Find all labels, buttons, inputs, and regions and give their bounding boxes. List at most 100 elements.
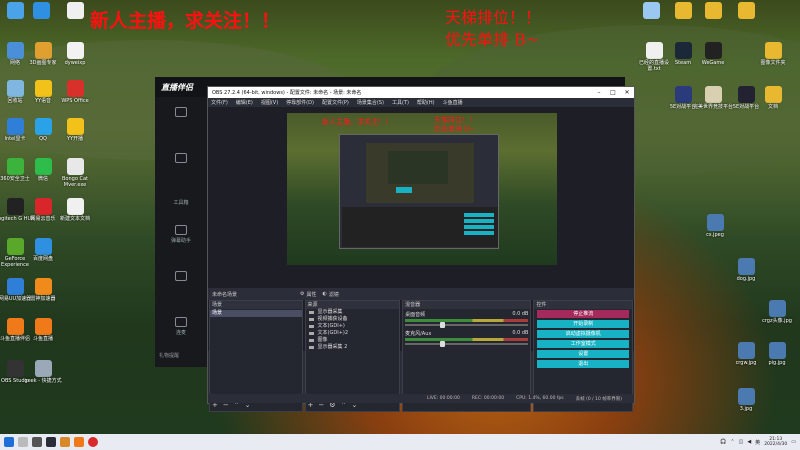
desktop-icon[interactable]	[54, 2, 96, 20]
source-item[interactable]: 文本(GDI+)	[306, 323, 400, 330]
source-item[interactable]: 显示器采集 2	[306, 344, 400, 351]
gear-icon[interactable]: ⚙	[300, 291, 304, 297]
mic-icon	[175, 317, 187, 327]
desktop-icon[interactable]: 百度网盘	[22, 238, 64, 262]
desktop-icon[interactable]: 图像文件夹	[752, 42, 794, 66]
desktop-icon[interactable]: 3.jpg	[725, 388, 767, 412]
scene-item[interactable]: 场景	[210, 310, 302, 317]
menu-tools[interactable]: 工具(T)	[392, 99, 409, 106]
stop-streaming-button[interactable]: 停止推流	[537, 310, 629, 318]
obs-taskbar-icon[interactable]	[46, 437, 56, 447]
sidebar-item-lianmai[interactable]: 连麦	[155, 307, 207, 353]
exit-button[interactable]: 退出	[537, 360, 629, 368]
desktop-icon[interactable]	[725, 2, 767, 20]
chevron-up-icon[interactable]: ⌃	[730, 439, 734, 445]
source-item[interactable]: 文本(GDI+)2	[306, 330, 400, 337]
clock[interactable]: 21:13 2022/4/30	[764, 437, 787, 447]
tool-icon	[175, 271, 187, 281]
properties-button[interactable]: 属性	[306, 291, 316, 298]
desktop-icon[interactable]: cs.jpeg	[694, 214, 736, 238]
sidebar-item-danmu[interactable]: 弹幕助手	[155, 215, 207, 261]
obs-window[interactable]: OBS 27.2.4 (64-bit, windows) - 配置文件: 未命名…	[207, 86, 635, 412]
gift-reminder: 礼物提醒	[159, 353, 180, 359]
app-icon	[674, 2, 692, 19]
menu-edit[interactable]: 编辑(E)	[236, 99, 253, 106]
desktop-icon[interactable]: WPS Office	[54, 80, 96, 104]
sidebar-item[interactable]	[155, 261, 207, 307]
source-item[interactable]: 显示器采集	[306, 309, 400, 316]
desktop-icon[interactable]: crgz头像.jpg	[756, 300, 798, 324]
banner-text-1: 新人主播，求关注！！	[90, 10, 281, 32]
settings-button[interactable]: 设置	[537, 350, 629, 358]
virtual-camera-button[interactable]: 启动虚拟摄像机	[537, 330, 629, 338]
preview-canvas[interactable]: 新人主播，求关注！！ 天梯排位！！ 优先单排 B~	[287, 113, 557, 265]
start-button-icon[interactable]	[4, 437, 14, 447]
studio-mode-button[interactable]: 工作室模式	[537, 340, 629, 348]
desktop-icon-label: 斗鱼直播	[32, 336, 53, 342]
source-item[interactable]: 视频捕获设备	[306, 316, 400, 323]
nested-obs-preview	[339, 134, 499, 249]
volume-slider[interactable]	[405, 322, 529, 328]
close-button[interactable]: ✕	[620, 87, 634, 98]
app-icon	[6, 318, 24, 335]
clock-date: 2022/4/30	[764, 442, 788, 447]
menu-help[interactable]: 帮助(H)	[417, 99, 435, 106]
app-icon	[6, 42, 24, 59]
desktop-icon[interactable]: WeGame	[692, 42, 734, 66]
taskbar-app-icon[interactable]	[74, 437, 84, 447]
app-icon	[66, 2, 84, 19]
menu-file[interactable]: 文件(F)	[211, 99, 228, 106]
headset-icon[interactable]: 🎧	[720, 439, 726, 445]
source-item[interactable]: 图像	[306, 337, 400, 344]
filter-icon[interactable]: ◐	[323, 291, 327, 297]
menu-docks[interactable]: 停靠部件(D)	[286, 99, 314, 106]
notification-icon[interactable]: ▭	[791, 439, 796, 445]
menu-scene-collection[interactable]: 场景集合(S)	[357, 99, 384, 106]
filters-button[interactable]: 滤镜	[329, 291, 339, 298]
obs-menubar: 文件(F) 编辑(E) 视图(V) 停靠部件(D) 配置文件(P) 场景集合(S…	[208, 98, 634, 107]
sidebar-item[interactable]: 工具箱	[155, 189, 207, 215]
menu-douyu[interactable]: 斗鱼直播	[443, 99, 463, 106]
desktop-icon[interactable]: 斗鱼直播	[22, 318, 64, 342]
desktop-icon[interactable]: dog.jpg	[725, 258, 767, 282]
tool-icon	[175, 153, 187, 163]
menu-profile[interactable]: 配置文件(P)	[322, 99, 349, 106]
volume-slider[interactable]	[405, 341, 529, 347]
channel-name: 桌面音频	[405, 312, 426, 318]
obs-titlebar: OBS 27.2.4 (64-bit, windows) - 配置文件: 未命名…	[208, 87, 634, 98]
desktop-icon[interactable]: Bongo Cat Mver.exe	[54, 158, 96, 188]
app-icon	[34, 198, 52, 215]
desktop-icon-label: 文档	[767, 104, 778, 110]
app-icon	[642, 2, 660, 19]
assistant-sidebar: 工具箱 弹幕助手 连麦 礼物提醒	[155, 97, 207, 367]
mixer-channel-mic: 麦克风/Aux 0.0 dB	[405, 330, 529, 347]
taskbar-app-icon[interactable]	[60, 437, 70, 447]
desktop-icon[interactable]: 新建文本文档	[54, 198, 96, 222]
mixer-dock-title: 混音器	[403, 301, 531, 309]
desktop-icon[interactable]: geek - 快捷方式	[22, 360, 64, 384]
desktop-icon[interactable]: 雷神加速器	[22, 278, 64, 302]
desktop-icon[interactable]: dyweixp	[54, 42, 96, 66]
sidebar-item[interactable]	[155, 143, 207, 189]
volume-meter	[405, 319, 529, 322]
sidebar-item[interactable]	[155, 97, 207, 143]
desktop-icon[interactable]: 文档	[752, 86, 794, 110]
taskbar-app-icon[interactable]	[88, 437, 98, 447]
input-language[interactable]: 英	[755, 439, 760, 446]
preview-area: 新人主播，求关注！！ 天梯排位！！ 优先单排 B~ 未命名场景 ⚙ 属性 ◐ 滤…	[208, 107, 634, 412]
app-icon	[6, 158, 24, 175]
taskbar-app-icon[interactable]	[32, 437, 42, 447]
desktop-icon[interactable]: pig.jpg	[756, 342, 798, 366]
network-icon[interactable]: ◫	[739, 439, 744, 445]
start-recording-button[interactable]: 开始录制	[537, 320, 629, 328]
minimize-button[interactable]: –	[592, 87, 606, 98]
nested-docks	[342, 207, 498, 247]
live-timer: LIVE: 00:00:00	[426, 396, 460, 401]
app-icon	[704, 2, 722, 19]
desktop-icon[interactable]: YY开播	[54, 118, 96, 142]
scene-toolbar: 未命名场景 ⚙ 属性 ◐ 滤镜	[208, 288, 634, 300]
taskbar-app-icon[interactable]	[18, 437, 28, 447]
menu-view[interactable]: 视图(V)	[261, 99, 278, 106]
maximize-button[interactable]: □	[606, 87, 620, 98]
volume-icon[interactable]: ◀	[747, 439, 751, 445]
